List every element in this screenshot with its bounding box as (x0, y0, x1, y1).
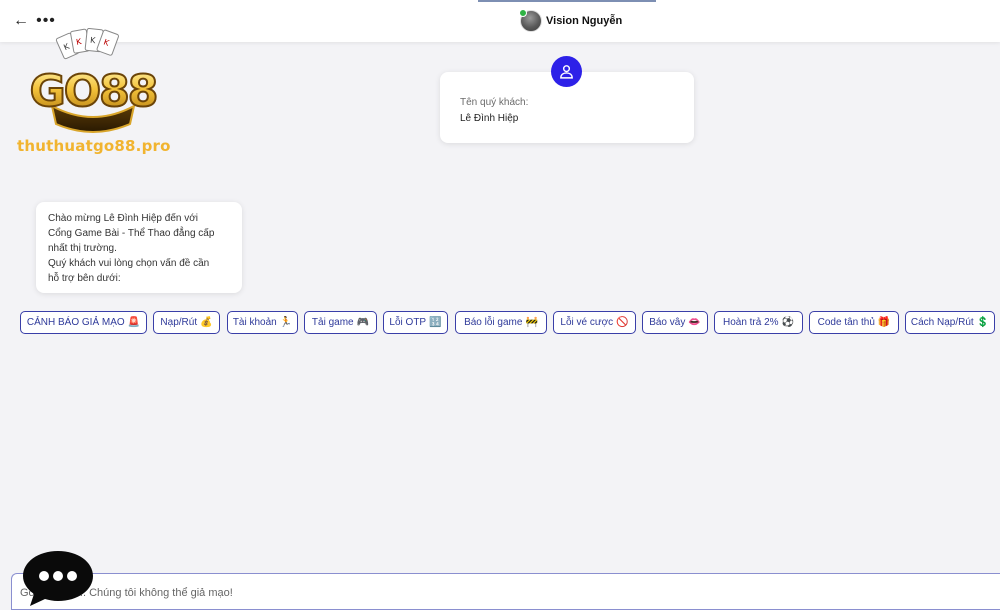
prohibited-icon: 🚫 (616, 317, 629, 328)
money-bag-icon: 💰 (200, 317, 213, 328)
header-accent-bar (478, 0, 656, 2)
construction-icon: 🚧 (525, 317, 538, 328)
user-icon (551, 56, 582, 87)
mouth-icon: 👄 (688, 317, 701, 328)
message-composer (11, 573, 1000, 610)
quick-reply-deposit-withdraw[interactable]: Nạp/Rút 💰 (153, 311, 220, 334)
message-line: Quý khách vui lòng chọn vấn đề cần (48, 258, 210, 269)
watermark-text: thuthuatgo88.pro (17, 137, 171, 155)
numbers-icon: 🔢 (429, 317, 442, 328)
quick-reply-report-game-error[interactable]: Báo lỗi game 🚧 (455, 311, 547, 334)
message-line: Cổng Game Bài - Thể Thao đẳng cấp (48, 228, 215, 239)
quick-reply-refund-2pct[interactable]: Hoàn trả 2% ⚽ (714, 311, 803, 334)
agent-name: Vision Nguyễn (546, 15, 623, 27)
dollar-icon: 💲 (976, 317, 990, 328)
soccer-ball-icon: ⚽ (781, 317, 795, 328)
quick-reply-download-game[interactable]: Tải game 🎮 (304, 311, 377, 334)
agent-info: Vision Nguyễn (519, 9, 623, 33)
gamepad-icon: 🎮 (356, 317, 370, 328)
siren-icon: 🚨 (127, 317, 141, 328)
customer-name-label: Tên quý khách: (460, 97, 529, 108)
quick-reply-otp-error[interactable]: Lỗi OTP 🔢 (383, 311, 448, 334)
go88-logo: K K K K GO88 (29, 28, 159, 133)
quick-reply-report-loan[interactable]: Báo vây 👄 (642, 311, 708, 334)
message-line: hỗ trợ bên dưới: (48, 273, 121, 284)
avatar (519, 9, 542, 32)
online-status-dot (519, 9, 527, 17)
message-line: Chào mừng Lê Đình Hiệp đến với (48, 213, 198, 224)
quick-reply-fake-warning[interactable]: CẢNH BÁO GIẢ MẠO 🚨 (20, 311, 147, 334)
playing-cards-icon: K K K K (55, 28, 119, 60)
chat-bubble-icon[interactable] (22, 549, 94, 607)
quick-reply-account[interactable]: Tài khoản 🏃 (227, 311, 298, 334)
quick-reply-bet-ticket-error[interactable]: Lỗi vé cược 🚫 (553, 311, 636, 334)
runner-icon: 🏃 (279, 317, 293, 328)
message-input[interactable] (20, 582, 980, 604)
quick-reply-how-to-deposit[interactable]: Cách Nạp/Rút 💲 (905, 311, 995, 334)
customer-name-value: Lê Đình Hiệp (460, 113, 519, 124)
bot-welcome-message: Chào mừng Lê Đình Hiệp đến với Cổng Game… (36, 202, 242, 293)
svg-text:GO88: GO88 (30, 66, 157, 117)
message-line: nhất thị trường. (48, 243, 117, 254)
quick-reply-newbie-code[interactable]: Code tân thủ 🎁 (809, 311, 899, 334)
gift-icon: 🎁 (877, 317, 891, 328)
quick-reply-row: CẢNH BÁO GIẢ MẠO 🚨 Nạp/Rút 💰 Tài khoản 🏃 Tả… (20, 311, 995, 335)
